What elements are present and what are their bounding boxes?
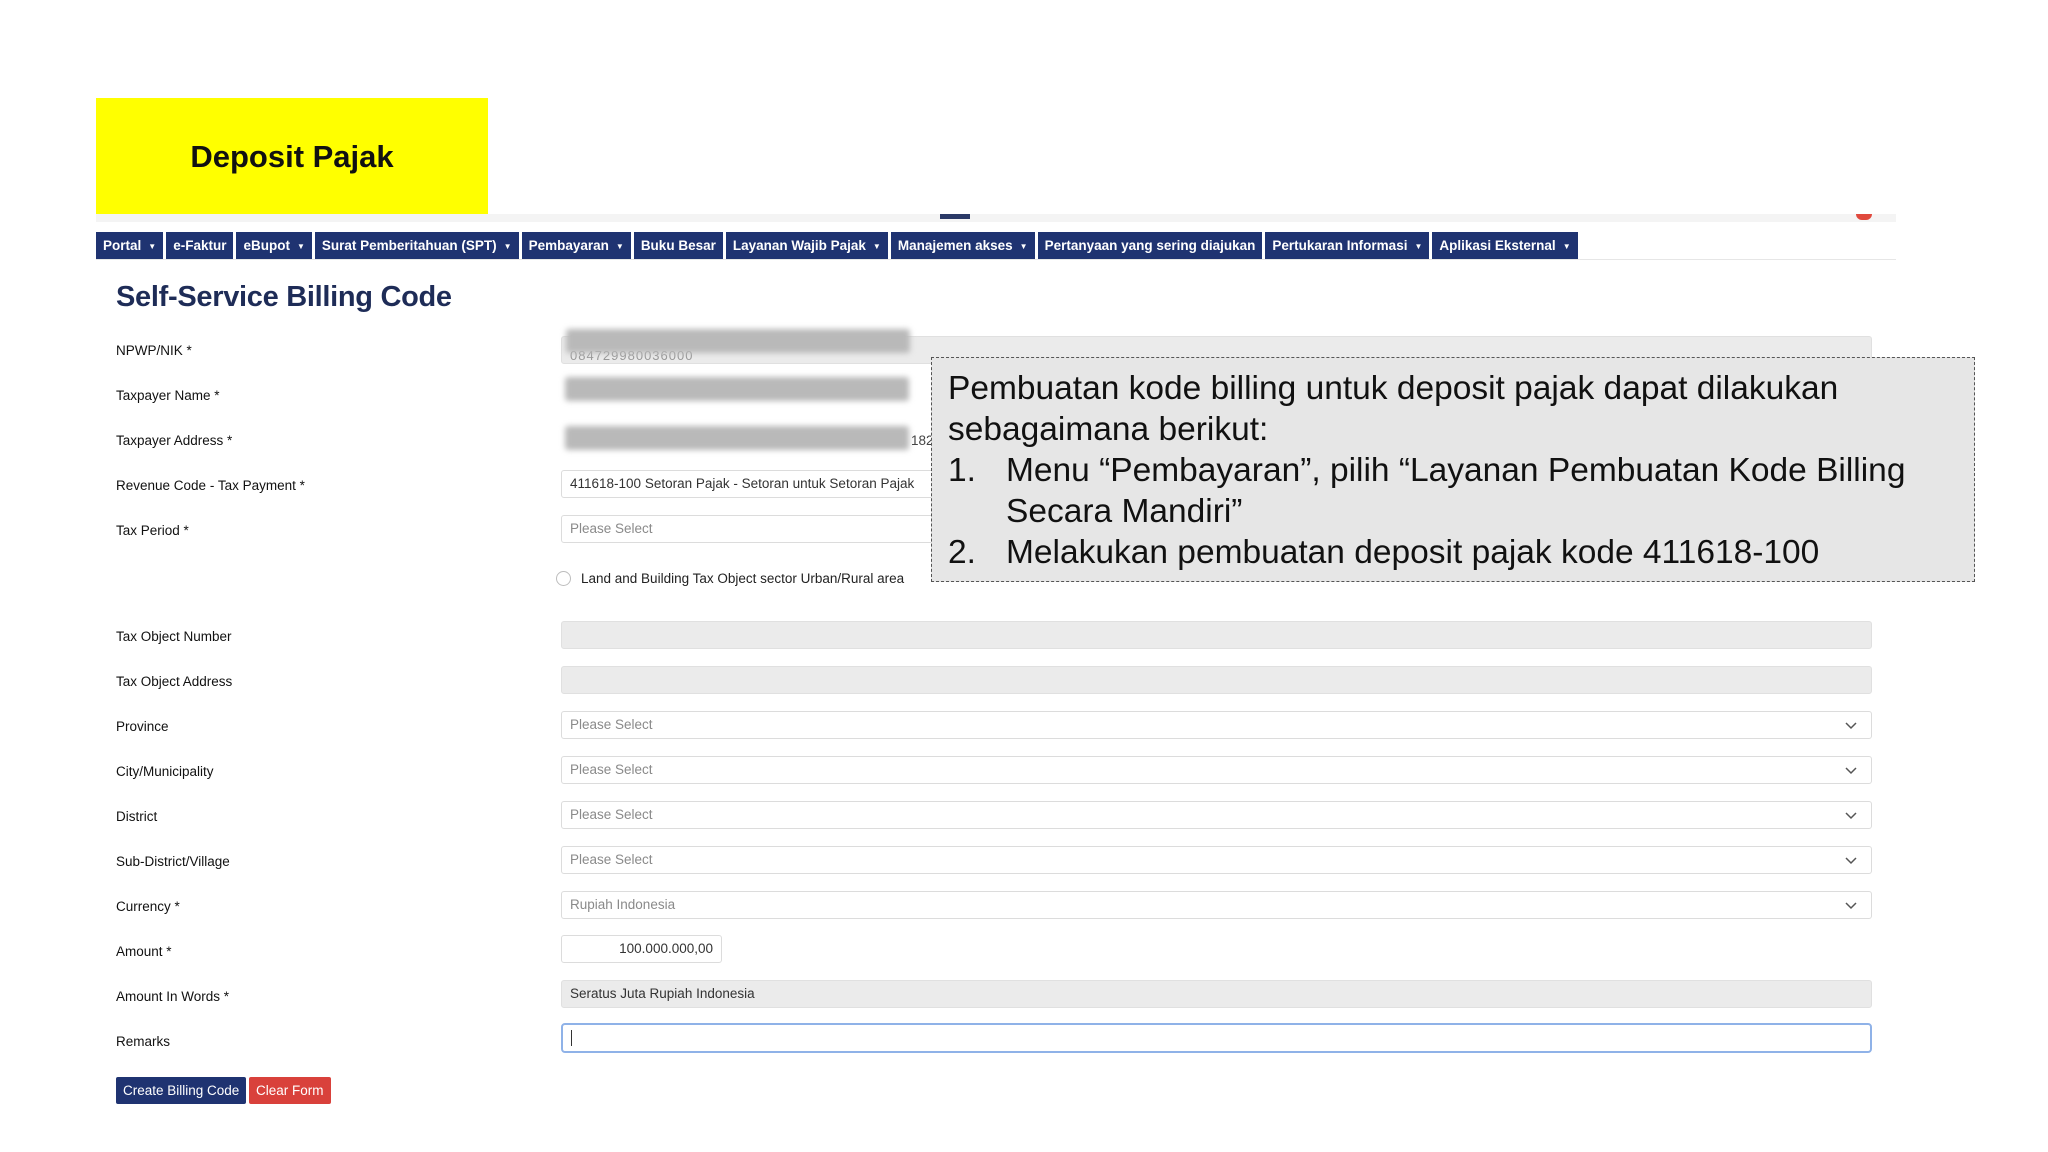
nav-item-label: Manajemen akses: [897, 238, 1013, 253]
province-select[interactable]: Please Select: [561, 711, 1872, 739]
province-label: Province: [116, 719, 169, 734]
radio-urban-rural[interactable]: Land and Building Tax Object sector Urba…: [556, 571, 904, 586]
top-strip: [96, 214, 1896, 222]
nav-item-label: eBupot: [243, 238, 290, 253]
province-placeholder: Please Select: [570, 717, 653, 732]
district-select[interactable]: Please Select: [561, 801, 1872, 829]
instruction-callout: Pembuatan kode billing untuk deposit paj…: [931, 357, 1975, 582]
chevron-down-icon: [1845, 857, 1857, 865]
nav-item-label: Layanan Wajib Pajak: [732, 238, 866, 253]
amount-label: Amount *: [116, 944, 172, 959]
callout-intro: Pembuatan kode billing untuk deposit paj…: [948, 370, 1839, 448]
nav-item-pertanyaan-yang-sering-diajukan[interactable]: Pertanyaan yang sering diajukan: [1037, 232, 1263, 259]
create-billing-code-button[interactable]: Create Billing Code: [116, 1077, 247, 1104]
amount-input[interactable]: 100.000.000,00: [561, 935, 722, 963]
callout-step: 1. Menu “Pembayaran”, pilih “Layanan Pem…: [948, 450, 1958, 532]
nav-item-label: Buku Besar: [640, 238, 716, 253]
nav-item-label: Pembayaran: [528, 238, 609, 253]
remarks-input[interactable]: [561, 1023, 1872, 1053]
nav-item-ebupot[interactable]: eBupot ▼: [236, 232, 312, 259]
nav-item-surat-pemberitahuan-spt[interactable]: Surat Pemberitahuan (SPT) ▼: [314, 232, 519, 259]
subdistrict-label: Sub-District/Village: [116, 854, 230, 869]
nav-item-label: Portal: [103, 238, 142, 253]
nav-item-buku-besar[interactable]: Buku Besar: [633, 232, 723, 259]
nav-item-label: e-Faktur: [173, 238, 227, 253]
notification-indicator: [1856, 214, 1872, 220]
district-placeholder: Please Select: [570, 807, 653, 822]
tax-object-address-field: [561, 666, 1872, 694]
chevron-down-icon: [1845, 722, 1857, 730]
callout-step-text: Melakukan pembuatan deposit pajak kode 4…: [1006, 534, 1820, 571]
tax-object-address-label: Tax Object Address: [116, 674, 233, 689]
nav-item-pembayaran[interactable]: Pembayaran ▼: [521, 232, 631, 259]
chevron-down-icon: [1845, 902, 1857, 910]
nav-item-label: Pertukaran Informasi: [1272, 238, 1408, 253]
nav-item-layanan-wajib-pajak[interactable]: Layanan Wajib Pajak ▼: [725, 232, 888, 259]
radio-urban-rural-button[interactable]: [556, 571, 571, 586]
taxpayer-name-redaction: [565, 377, 909, 401]
city-label: City/Municipality: [116, 764, 214, 779]
caret-down-icon: ▼: [872, 241, 881, 251]
amount-words-field: Seratus Juta Rupiah Indonesia: [561, 980, 1872, 1008]
nav-item-portal[interactable]: Portal ▼: [96, 232, 164, 259]
city-select[interactable]: Please Select: [561, 756, 1872, 784]
chevron-down-icon: [1845, 767, 1857, 775]
taxpayer-name-label: Taxpayer Name *: [116, 388, 220, 403]
revenue-code-value: 411618-100 Setoran Pajak - Setoran untuk…: [570, 476, 915, 491]
caret-down-icon: ▼: [296, 241, 305, 251]
deposit-pajak-title: Deposit Pajak: [190, 139, 394, 174]
tax-object-number-label: Tax Object Number: [116, 629, 232, 644]
caret-down-icon: ▼: [1414, 241, 1423, 251]
tax-period-label: Tax Period *: [116, 523, 189, 538]
currency-value: Rupiah Indonesia: [570, 897, 676, 912]
callout-step: 2. Melakukan pembuatan deposit pajak kod…: [948, 532, 1958, 573]
amount-words-value: Seratus Juta Rupiah Indonesia: [570, 986, 755, 1001]
tax-object-number-field: [561, 621, 1872, 649]
callout-step-text: Menu “Pembayaran”, pilih “Layanan Pembua…: [1006, 452, 1906, 530]
caret-down-icon: ▼: [503, 241, 512, 251]
nav-item-label: Aplikasi Eksternal: [1439, 238, 1556, 253]
text-cursor: [571, 1030, 572, 1046]
top-strip-indicator: [940, 214, 970, 219]
nav-item-label: Pertanyaan yang sering diajukan: [1044, 238, 1256, 253]
main-navbar: Portal ▼ e-Faktur eBupot ▼ Surat Pemberitahua…: [96, 232, 1578, 259]
caret-down-icon: ▼: [615, 241, 624, 251]
npwp-redaction: [566, 329, 910, 353]
nav-item-pertukaran-informasi[interactable]: Pertukaran Informasi ▼: [1265, 232, 1430, 259]
chevron-down-icon: [1845, 812, 1857, 820]
taxpayer-address-label: Taxpayer Address *: [116, 433, 233, 448]
nav-item-e-faktur[interactable]: e-Faktur: [166, 232, 234, 259]
nav-item-manajemen-akses[interactable]: Manajemen akses ▼: [890, 232, 1035, 259]
currency-select[interactable]: Rupiah Indonesia: [561, 891, 1872, 919]
remarks-label: Remarks: [116, 1034, 171, 1049]
currency-label: Currency *: [116, 899, 180, 914]
nav-item-aplikasi-eksternal[interactable]: Aplikasi Eksternal ▼: [1432, 232, 1578, 259]
npwp-label: NPWP/NIK *: [116, 343, 192, 358]
clear-form-button[interactable]: Clear Form: [249, 1077, 331, 1104]
subdistrict-placeholder: Please Select: [570, 852, 653, 867]
revenue-code-label: Revenue Code - Tax Payment *: [116, 478, 305, 493]
radio-urban-rural-label: Land and Building Tax Object sector Urba…: [581, 571, 905, 586]
amount-words-label: Amount In Words *: [116, 989, 230, 1004]
subdistrict-select[interactable]: Please Select: [561, 846, 1872, 874]
nav-item-label: Surat Pemberitahuan (SPT): [321, 238, 497, 253]
callout-step-number: 2.: [948, 534, 976, 571]
taxpayer-address-redaction: [565, 426, 909, 450]
page-title: Self-Service Billing Code: [116, 281, 452, 313]
tax-period-placeholder: Please Select: [570, 521, 653, 536]
city-placeholder: Please Select: [570, 762, 653, 777]
navbar-divider: [96, 259, 1896, 260]
district-label: District: [116, 809, 158, 824]
caret-down-icon: ▼: [1019, 241, 1028, 251]
deposit-pajak-title-box: Deposit Pajak: [96, 98, 488, 216]
caret-down-icon: ▼: [1562, 241, 1571, 251]
callout-step-number: 1.: [948, 452, 976, 489]
caret-down-icon: ▼: [148, 241, 157, 251]
